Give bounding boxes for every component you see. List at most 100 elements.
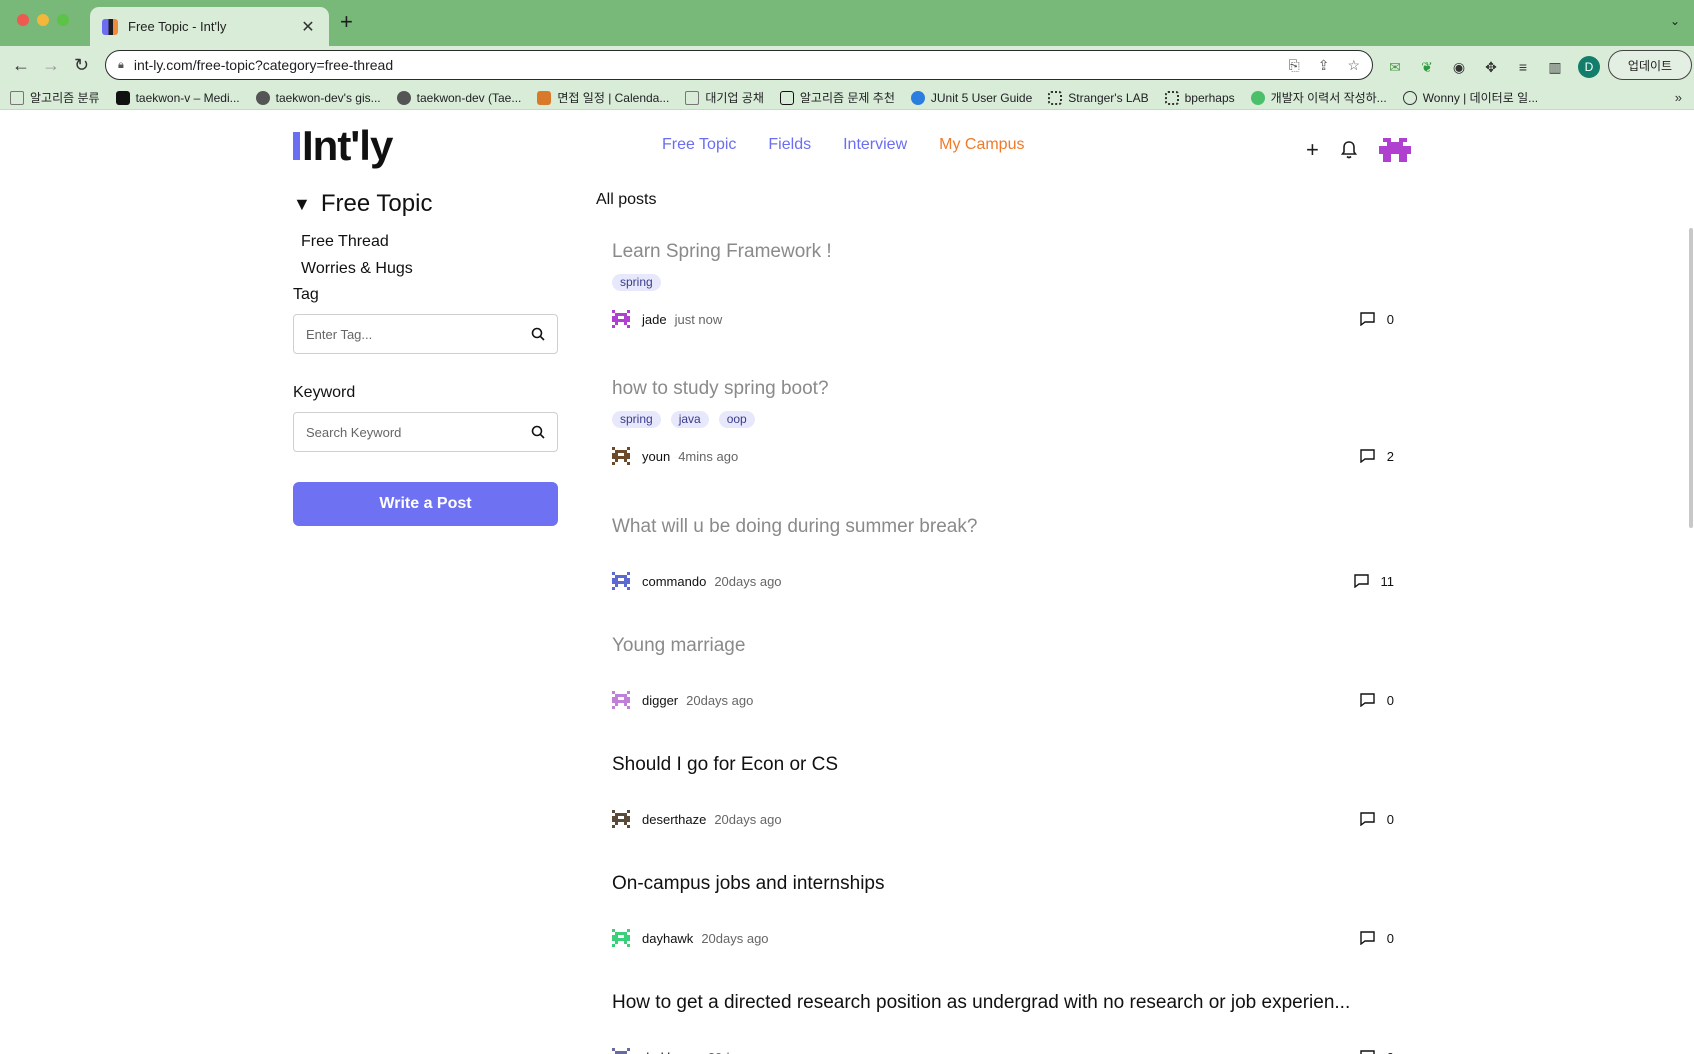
bookmark-item[interactable]: 알고리즘 분류: [10, 89, 100, 106]
folder-icon: [685, 90, 700, 105]
close-window-button[interactable]: [17, 14, 29, 26]
search-icon[interactable]: [531, 327, 545, 341]
author-avatar[interactable]: [612, 810, 630, 828]
author-avatar[interactable]: [612, 310, 630, 328]
bookmark-item[interactable]: bperhaps: [1164, 90, 1235, 105]
sidebar-item-free-thread[interactable]: Free Thread: [301, 228, 558, 255]
side-panel-icon[interactable]: ▥: [1546, 58, 1564, 76]
author-avatar[interactable]: [612, 691, 630, 709]
bookmark-item[interactable]: 대기업 공채: [685, 89, 764, 106]
camera-icon[interactable]: ◉: [1450, 58, 1468, 76]
post-title[interactable]: Young marriage: [612, 635, 1394, 657]
add-post-plus-icon[interactable]: +: [1306, 139, 1319, 161]
translate-icon[interactable]: ⎘: [1289, 57, 1300, 74]
post-item[interactable]: Young marriage digger 20days ago 0: [612, 635, 1394, 709]
keyword-input[interactable]: [306, 424, 531, 440]
sidebar-item-worries-hugs[interactable]: Worries & Hugs: [301, 255, 558, 282]
post-title[interactable]: how to study spring boot?: [612, 378, 1394, 400]
scroll-thumb[interactable]: [1689, 228, 1693, 528]
comment-count: 0: [1360, 1050, 1394, 1054]
bookmark-item[interactable]: JUnit 5 User Guide: [910, 90, 1032, 105]
extension-mail-icon[interactable]: ✉: [1386, 58, 1404, 76]
nav-fields[interactable]: Fields: [768, 136, 811, 154]
author-avatar[interactable]: [612, 572, 630, 590]
post-item[interactable]: How to get a directed research position …: [612, 992, 1394, 1054]
bookmark-item[interactable]: taekwon-dev's gis...: [255, 90, 381, 105]
nav-interview[interactable]: Interview: [843, 136, 907, 154]
author-avatar[interactable]: [612, 447, 630, 465]
update-button[interactable]: 업데이트: [1608, 50, 1692, 80]
post-title[interactable]: Learn Spring Framework !: [612, 241, 1394, 263]
search-icon[interactable]: [531, 425, 545, 439]
maximize-window-button[interactable]: [57, 14, 69, 26]
post-item[interactable]: On-campus jobs and internships dayhawk 20d…: [612, 873, 1394, 947]
post-item[interactable]: Should I go for Econ or CS deserthaze 20da…: [612, 754, 1394, 828]
tab-search-chevron-icon[interactable]: ⌄: [1670, 14, 1680, 28]
author-name[interactable]: darkhorse: [642, 1050, 700, 1054]
forward-icon[interactable]: →: [42, 54, 60, 76]
url-text[interactable]: int-ly.com/free-topic?category=free-thre…: [134, 57, 1289, 73]
site-favicon-icon: [102, 18, 118, 35]
author-avatar[interactable]: [612, 929, 630, 947]
minimize-window-button[interactable]: [37, 14, 49, 26]
share-icon[interactable]: ⇪: [1318, 57, 1330, 74]
reading-list-icon[interactable]: ≡: [1514, 58, 1532, 76]
post-title[interactable]: How to get a directed research position …: [612, 992, 1394, 1014]
author-name[interactable]: digger: [642, 693, 678, 708]
reload-icon[interactable]: ↻: [74, 54, 89, 76]
post-title[interactable]: Should I go for Econ or CS: [612, 754, 1394, 776]
post-item[interactable]: What will u be doing during summer break…: [612, 516, 1394, 590]
extensions-puzzle-icon[interactable]: ✥: [1482, 58, 1500, 76]
author-name[interactable]: commando: [642, 574, 706, 589]
bookmark-item[interactable]: Stranger's LAB: [1048, 90, 1149, 105]
author-name[interactable]: jade: [642, 312, 667, 327]
page-scrollbar[interactable]: [1688, 110, 1694, 1054]
bookmark-item[interactable]: taekwon-v – Medi...: [115, 90, 240, 105]
bookmarks-overflow-icon[interactable]: »: [1675, 90, 1682, 105]
collapse-triangle-icon[interactable]: ▼: [293, 194, 311, 215]
bookmark-item[interactable]: taekwon-dev (Tae...: [396, 90, 521, 105]
notification-bell-icon[interactable]: [1339, 140, 1359, 160]
top-navigation: Free Topic Fields Interview My Campus: [662, 136, 1024, 154]
tag-badge[interactable]: spring: [612, 411, 661, 428]
github-icon: [396, 90, 411, 105]
comment-icon: [1360, 931, 1375, 945]
post-item[interactable]: how to study spring boot? spring java oop yo…: [612, 378, 1394, 465]
comment-count-value: 0: [1386, 311, 1394, 327]
notion-icon: [779, 90, 794, 105]
tag-badge[interactable]: oop: [718, 411, 755, 428]
post-title[interactable]: On-campus jobs and internships: [612, 873, 1394, 895]
post-title[interactable]: What will u be doing during summer break…: [612, 516, 1394, 538]
author-name[interactable]: dayhawk: [642, 931, 693, 946]
category-toggle[interactable]: ▼ Free Topic: [293, 190, 558, 218]
bookmark-item[interactable]: Wonny | 데이터로 일...: [1402, 89, 1538, 106]
close-tab-icon[interactable]: ✕: [299, 17, 317, 37]
back-icon[interactable]: ←: [12, 54, 30, 76]
tag-badge[interactable]: java: [670, 411, 709, 428]
bookmark-item[interactable]: 면접 일정 | Calenda...: [537, 89, 669, 106]
write-post-button[interactable]: Write a Post: [293, 482, 558, 526]
post-tags: spring: [612, 274, 1394, 291]
author-name[interactable]: youn: [642, 449, 670, 464]
tag-badge[interactable]: spring: [612, 274, 661, 291]
profile-avatar[interactable]: D: [1578, 56, 1600, 78]
author-name[interactable]: deserthaze: [642, 812, 706, 827]
address-bar[interactable]: 🔒︎ int-ly.com/free-topic?category=free-t…: [105, 50, 1373, 80]
post-item[interactable]: Learn Spring Framework ! spring jade just n…: [612, 241, 1394, 328]
author-avatar[interactable]: [612, 1048, 630, 1054]
bookmarks-bar: 알고리즘 분류 taekwon-v – Medi... taekwon-dev'…: [0, 86, 1694, 110]
user-avatar[interactable]: [1378, 134, 1411, 166]
evernote-icon[interactable]: ❦: [1418, 58, 1436, 76]
new-tab-icon[interactable]: +: [340, 11, 353, 33]
comment-count-value: 0: [1386, 930, 1394, 946]
lock-icon: 🔒︎: [118, 58, 124, 71]
bookmark-item[interactable]: 알고리즘 문제 추천: [779, 89, 895, 106]
nav-free-topic[interactable]: Free Topic: [662, 136, 736, 154]
tag-input[interactable]: [306, 326, 531, 342]
bookmark-item[interactable]: 개발자 이력서 작성하...: [1250, 89, 1387, 106]
site-logo[interactable]: Int'ly: [293, 122, 393, 170]
browser-tab[interactable]: Free Topic - Int'ly ✕: [90, 7, 329, 46]
bookmark-star-icon[interactable]: ☆: [1347, 57, 1360, 74]
nav-my-campus[interactable]: My Campus: [939, 136, 1024, 154]
comment-icon: [1360, 1050, 1375, 1054]
